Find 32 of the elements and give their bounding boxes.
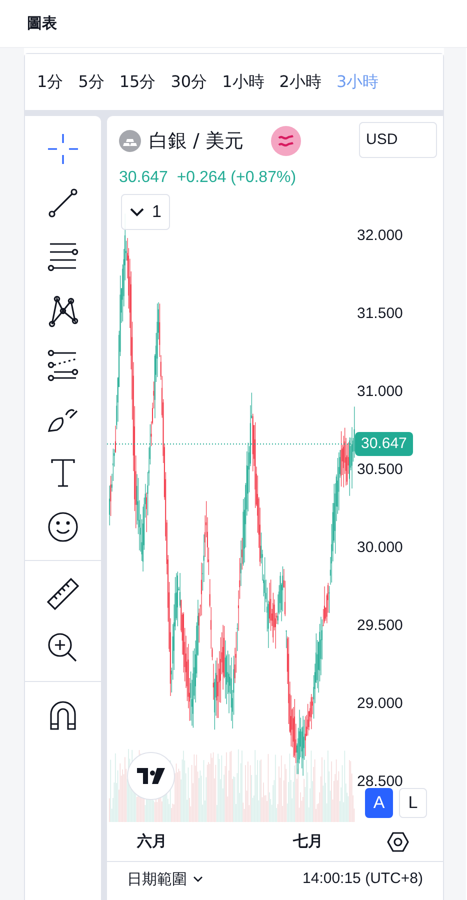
collapse-button[interactable]: 1 — [121, 194, 170, 230]
page-title: 圖表 — [27, 13, 57, 34]
chevron-down-icon — [130, 207, 144, 217]
ingot-icon — [119, 130, 141, 152]
scale-button[interactable]: L — [399, 788, 427, 818]
settings-icon[interactable] — [387, 830, 409, 852]
price-label: 30.000 — [357, 538, 403, 558]
price-label: 31.000 — [357, 382, 403, 402]
last-price-label: 30.647 — [355, 432, 413, 456]
clock-time[interactable]: 14:00:15 (UTC+8) — [302, 868, 423, 890]
symbol-name: 白銀 / 美元 — [149, 128, 244, 154]
price-label: 29.500 — [357, 616, 403, 636]
chevron-down-icon — [193, 876, 203, 882]
timeframe-tab[interactable]: 1小時 — [222, 70, 264, 94]
price-change: 30.647 +0.264 (+0.87%) — [119, 168, 296, 188]
month-label: 六月 — [137, 831, 167, 852]
timeframe-tab[interactable]: 2小時 — [279, 70, 322, 94]
ruler-icon[interactable] — [44, 575, 82, 613]
price-label: 29.000 — [357, 694, 403, 714]
date-range-button[interactable]: 日期範圍 — [127, 868, 203, 890]
approximate-icon — [271, 126, 302, 156]
price-label: 32.000 — [357, 226, 403, 246]
price-label: 30.500 — [357, 460, 403, 480]
currency-button[interactable]: USD — [359, 122, 437, 158]
month-label: 七月 — [293, 831, 323, 852]
timeframe-tab[interactable]: 1分 — [37, 70, 64, 94]
timeframe-tab[interactable]: 30分 — [170, 70, 208, 94]
scale-button[interactable]: A — [365, 788, 393, 818]
timeframe-tab[interactable]: 15分 — [119, 70, 156, 94]
price-label: 31.500 — [357, 304, 403, 324]
tradingview-logo — [127, 752, 175, 800]
timeframe-tab[interactable]: 5分 — [78, 70, 104, 94]
